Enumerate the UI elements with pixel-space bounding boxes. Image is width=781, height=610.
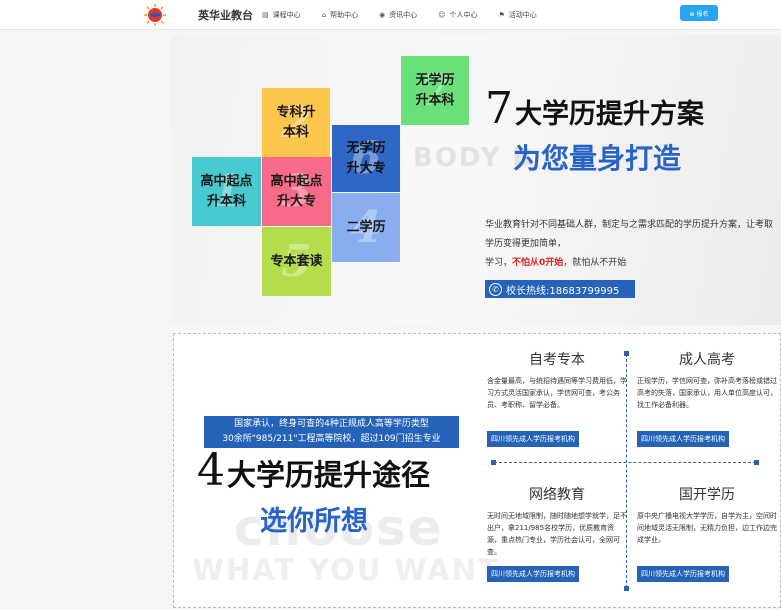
card-enroll-button[interactable]: 四川领先成人学历报考机构	[487, 566, 579, 582]
main-nav: ▤ 课程中心 ⌂ 帮助中心 ◉ 资讯中心 ☺ 个人中心 ⚑ 活动中心	[262, 0, 558, 30]
top-navbar: 英华业教台 ▤ 课程中心 ⌂ 帮助中心 ◉ 资讯中心 ☺ 个人中心 ⚑ 活动中心 ⊕ 报名	[0, 0, 781, 30]
tile-combined-study[interactable]: 5 专本套读	[262, 227, 331, 296]
book-icon: ▤	[262, 11, 269, 19]
signup-button[interactable]: ⊕ 报名	[680, 5, 718, 21]
tile-college-to-bachelor[interactable]: 2 专科升 本科	[262, 88, 330, 158]
hero-description: 华业教育针对不同基础人群，制定与之需求匹配的学历提升方案，让考取学历变得更加简单…	[485, 220, 774, 268]
card-enroll-button[interactable]: 四川领先成人学历报考机构	[487, 431, 579, 447]
brand-name[interactable]: 英华业教台	[198, 7, 253, 23]
pathways-title-text: 大学历提升途径	[227, 458, 431, 492]
divider-marker	[754, 460, 759, 465]
nav-item-courses[interactable]: ▤ 课程中心	[262, 10, 301, 20]
hotline-badge[interactable]: ✆ 校长热线:18683799995	[485, 280, 635, 298]
user-icon: ☺	[438, 11, 446, 19]
card-desc: 原中央广播电视大学学历，自学为主，空间时间地域灵活无限制，无精力负担，边工作边完…	[637, 512, 777, 544]
card-title: 网络教育	[529, 487, 585, 503]
pathways-banner: 国家承认，终身可查的4种正规成人高等学历类型 30余所"985/211"工程高等…	[204, 416, 459, 448]
card-enroll-button[interactable]: 四川领先成人学历报考机构	[637, 431, 729, 447]
home-icon: ⌂	[321, 11, 327, 19]
nav-item-profile[interactable]: ☺ 个人中心	[438, 10, 477, 20]
card-enroll-button[interactable]: 四川领先成人学历报考机构	[637, 566, 729, 582]
news-icon: ◉	[379, 11, 386, 19]
tile-highschool-to-college[interactable]: 3 高中起点 升大专	[262, 157, 331, 226]
phone-icon: ✆	[489, 282, 502, 296]
divider-horizontal	[494, 462, 756, 463]
tile-highschool-to-bachelor[interactable]: 1 高中起点 升本科	[192, 157, 261, 226]
pathways-section: choose WHAT YOU WANT 国家承认，终身可查的4种正规成人高等学…	[173, 333, 781, 608]
card-adult-exam: 成人高考 正规学历，学信网可查，弥补高考落榜或错过高考的失落，国家承认，用人单位…	[637, 349, 777, 447]
divider-marker	[624, 586, 629, 591]
nav-item-events[interactable]: ⚑ 活动中心	[499, 10, 537, 20]
hero-highlight: 不怕从0开始	[512, 258, 564, 268]
tile-no-degree-to-college[interactable]: 6 无学历 升大专	[332, 125, 400, 192]
divider-marker	[491, 460, 496, 465]
tile-second-degree[interactable]: 4 二学历	[332, 193, 400, 262]
bg-phrase: WHAT YOU WANT	[192, 553, 500, 587]
card-online-education: 网络教育 无时间无地域限制，随时随地想学就学，足不出户，拿211/985名校学历…	[487, 484, 627, 582]
nav-item-help[interactable]: ⌂ 帮助中心	[322, 10, 358, 20]
hero-title-text: 大学历提升方案	[515, 99, 704, 130]
pathways-title: 4 大学历提升途径	[197, 449, 430, 494]
card-open-university: 国开学历 原中央广播电视大学学历，自学为主，空间时间地域灵活无限制，无精力负担，…	[637, 484, 777, 582]
hero-title-number: 7	[485, 83, 513, 134]
nav-item-news[interactable]: ◉ 资讯中心	[379, 10, 417, 20]
card-self-exam: 自考专本 含金量最高，与统招待遇同等学习费用低，学习方式灵活国家承认，学信网可查…	[487, 349, 627, 447]
card-title: 国开学历	[679, 487, 735, 503]
pathways-title-number: 4	[197, 445, 225, 496]
pathways-subtitle: 选你所想	[260, 506, 368, 537]
card-title: 自考专本	[529, 352, 585, 368]
tile-no-degree-to-bachelor[interactable]: 7 无学历 升本科	[401, 56, 469, 125]
left-blank-pane	[0, 31, 171, 610]
hero-title: 7 大学历提升方案	[485, 87, 704, 131]
card-desc: 含金量最高，与统招待遇同等学习费用低，学习方式灵活国家承认，学信网可查，考公务员…	[487, 377, 627, 409]
hero-section: BODY B 7 无学历 升本科 2 专科升 本科 6 无学历 升大专 1 高中起点 升…	[171, 35, 781, 325]
logo-icon[interactable]	[142, 3, 168, 27]
card-desc: 无时间无地域限制，随时随地想学就学，足不出户，拿211/985名校学历，优质教育…	[487, 512, 627, 556]
card-desc: 正规学历，学信网可查，弥补高考落榜或错过高考的失落，国家承认，用人单位高度认可，…	[637, 377, 777, 409]
flag-icon: ⚑	[498, 11, 505, 19]
card-title: 成人高考	[679, 352, 735, 368]
hero-subtitle: 为您量身打造	[513, 142, 682, 175]
